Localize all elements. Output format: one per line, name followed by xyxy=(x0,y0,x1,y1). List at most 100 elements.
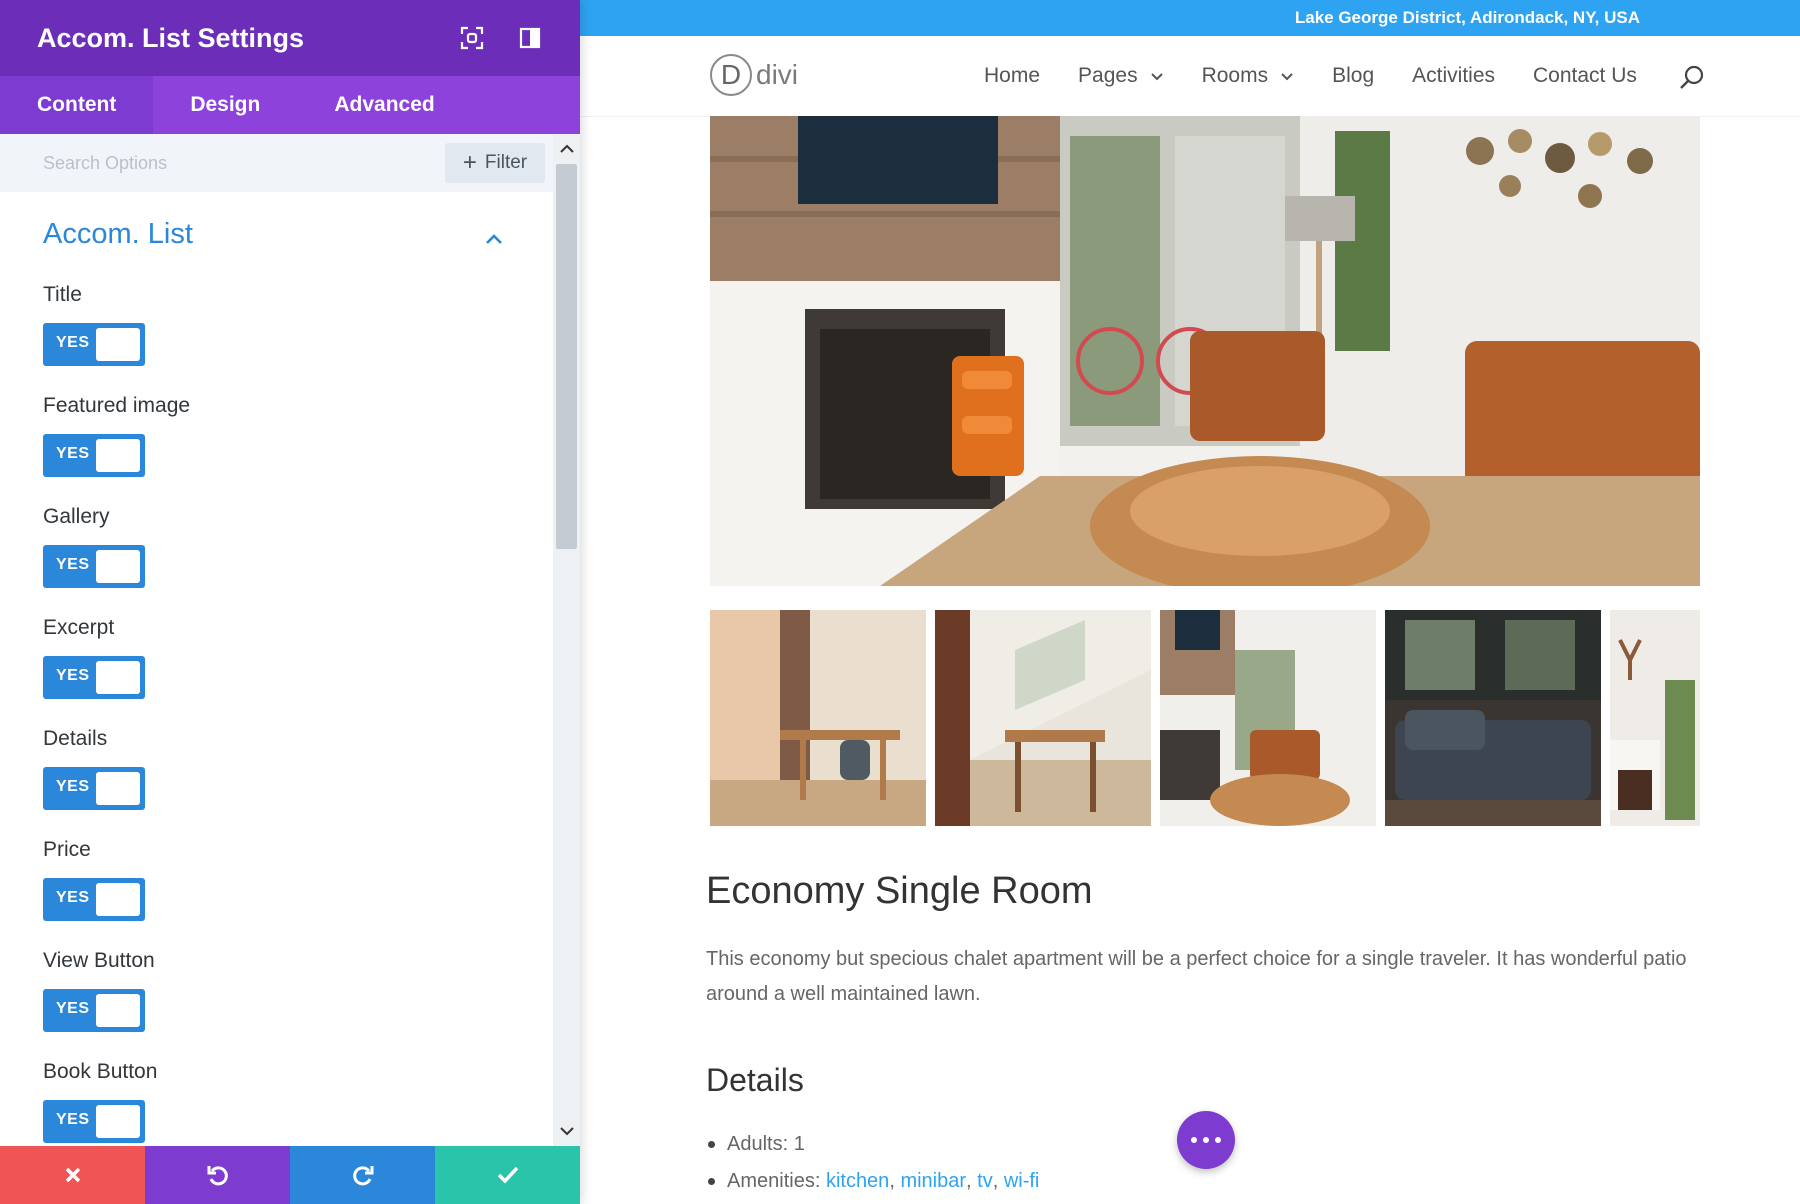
toggle-state: YES xyxy=(56,778,90,796)
option-label: Price xyxy=(43,838,145,866)
details-heading: Details xyxy=(706,1062,804,1099)
toggle-knob xyxy=(96,883,140,916)
toggle-state: YES xyxy=(56,1111,90,1129)
chevron-down-icon xyxy=(1280,69,1294,83)
panel-header: Accom. List Settings xyxy=(0,0,580,76)
close-icon xyxy=(63,1165,83,1185)
gallery-thumbnail[interactable] xyxy=(935,610,1151,826)
bullet xyxy=(708,1178,715,1185)
redo-icon xyxy=(350,1162,376,1188)
toggle-switch[interactable]: YES xyxy=(43,434,145,477)
toggle-switch[interactable]: YES xyxy=(43,767,145,810)
menu-label: Home xyxy=(984,64,1040,88)
scroll-thumb[interactable] xyxy=(556,164,577,549)
toggle-switch[interactable]: YES xyxy=(43,878,145,921)
panel-footer xyxy=(0,1146,580,1204)
menu-item-contact-us[interactable]: Contact Us xyxy=(1533,64,1637,88)
tab-content[interactable]: Content xyxy=(0,76,153,134)
toggle-state: YES xyxy=(56,889,90,907)
adults-text: Adults: 1 xyxy=(727,1133,805,1156)
filter-label: Filter xyxy=(485,152,527,174)
section-title[interactable]: Accom. List xyxy=(43,218,193,251)
room-description: This economy but specious chalet apartme… xyxy=(706,942,1706,1012)
more-options-button[interactable] xyxy=(1177,1111,1235,1169)
panel-tabs: Content Design Advanced xyxy=(0,76,580,134)
site-top-bar: Lake George District, Adirondack, NY, US… xyxy=(580,0,1800,36)
toggle-state: YES xyxy=(56,445,90,463)
panel-scrollbar[interactable] xyxy=(553,134,580,1146)
discard-button[interactable] xyxy=(0,1146,145,1204)
featured-image[interactable] xyxy=(710,116,1700,586)
tab-advanced[interactable]: Advanced xyxy=(297,76,471,134)
menu-label: Pages xyxy=(1078,64,1138,88)
search-icon[interactable] xyxy=(1678,64,1706,92)
amenities-label: Amenities: xyxy=(727,1170,820,1193)
toggle-knob xyxy=(96,1105,140,1138)
amenity-link-minibar[interactable]: minibar xyxy=(900,1170,966,1193)
toggle-switch[interactable]: YES xyxy=(43,545,145,588)
gallery-thumbnail[interactable] xyxy=(1160,610,1376,826)
scroll-up-arrow-icon[interactable] xyxy=(553,138,580,160)
search-options-input[interactable] xyxy=(0,134,440,192)
amenity-link-kitchen[interactable]: kitchen xyxy=(826,1170,889,1193)
site-logo[interactable]: D divi xyxy=(710,54,798,96)
option-label: Excerpt xyxy=(43,616,145,644)
option-price: Price YES xyxy=(43,838,145,921)
filter-button[interactable]: + Filter xyxy=(445,143,545,183)
toggle-knob xyxy=(96,661,140,694)
site-navbar: D divi Home Pages Rooms Blog Activities … xyxy=(580,36,1800,116)
split-view-icon[interactable] xyxy=(517,25,543,51)
menu-label: Blog xyxy=(1332,64,1374,88)
toggle-knob xyxy=(96,994,140,1027)
toggle-switch[interactable]: YES xyxy=(43,323,145,366)
gallery-thumbnail[interactable] xyxy=(710,610,926,826)
logo-text: divi xyxy=(756,59,798,91)
gallery-thumbnail[interactable] xyxy=(1610,610,1700,826)
site-address: Lake George District, Adirondack, NY, US… xyxy=(1295,8,1640,28)
list-item: Adults: 1 xyxy=(706,1133,805,1156)
menu-item-blog[interactable]: Blog xyxy=(1332,64,1374,88)
menu-item-rooms[interactable]: Rooms xyxy=(1202,64,1295,88)
toggle-knob xyxy=(96,550,140,583)
toggle-state: YES xyxy=(56,556,90,574)
option-gallery: Gallery YES xyxy=(43,505,145,588)
bullet xyxy=(708,1141,715,1148)
toggle-switch[interactable]: YES xyxy=(43,1100,145,1143)
menu-label: Rooms xyxy=(1202,64,1269,88)
option-featured-image: Featured image YES xyxy=(43,394,190,477)
menu-item-activities[interactable]: Activities xyxy=(1412,64,1495,88)
option-label: Gallery xyxy=(43,505,145,533)
dot-icon xyxy=(1191,1137,1197,1143)
option-title: Title YES xyxy=(43,283,145,366)
toggle-switch[interactable]: YES xyxy=(43,656,145,699)
dot-icon xyxy=(1203,1137,1209,1143)
menu-item-pages[interactable]: Pages xyxy=(1078,64,1164,88)
toggle-switch[interactable]: YES xyxy=(43,989,145,1032)
chevron-up-icon[interactable] xyxy=(483,228,505,250)
undo-icon xyxy=(205,1162,231,1188)
amenity-link-tv[interactable]: tv xyxy=(977,1170,993,1193)
option-label: Book Button xyxy=(43,1060,157,1088)
amenity-link-wifi[interactable]: wi-fi xyxy=(1004,1170,1040,1193)
option-label: View Button xyxy=(43,949,155,977)
redo-button[interactable] xyxy=(290,1146,435,1204)
undo-button[interactable] xyxy=(145,1146,290,1204)
scroll-down-arrow-icon[interactable] xyxy=(553,1120,580,1142)
option-label: Details xyxy=(43,727,145,755)
room-title: Economy Single Room xyxy=(706,870,1093,913)
tab-design[interactable]: Design xyxy=(153,76,297,134)
menu-item-home[interactable]: Home xyxy=(984,64,1040,88)
toggle-state: YES xyxy=(56,667,90,685)
toggle-knob xyxy=(96,439,140,472)
option-label: Featured image xyxy=(43,394,190,422)
toggle-knob xyxy=(96,328,140,361)
save-button[interactable] xyxy=(435,1146,580,1204)
list-item: Amenities: kitchen, minibar, tv, wi-fi xyxy=(706,1170,1039,1193)
fullscreen-icon[interactable] xyxy=(459,25,485,51)
panel-title: Accom. List Settings xyxy=(37,23,427,54)
settings-panel: Accom. List Settings Content Design Adva… xyxy=(0,0,580,1204)
menu-label: Activities xyxy=(1412,64,1495,88)
checkmark-icon xyxy=(496,1165,520,1185)
logo-mark: D xyxy=(710,54,752,96)
gallery-thumbnail[interactable] xyxy=(1385,610,1601,826)
